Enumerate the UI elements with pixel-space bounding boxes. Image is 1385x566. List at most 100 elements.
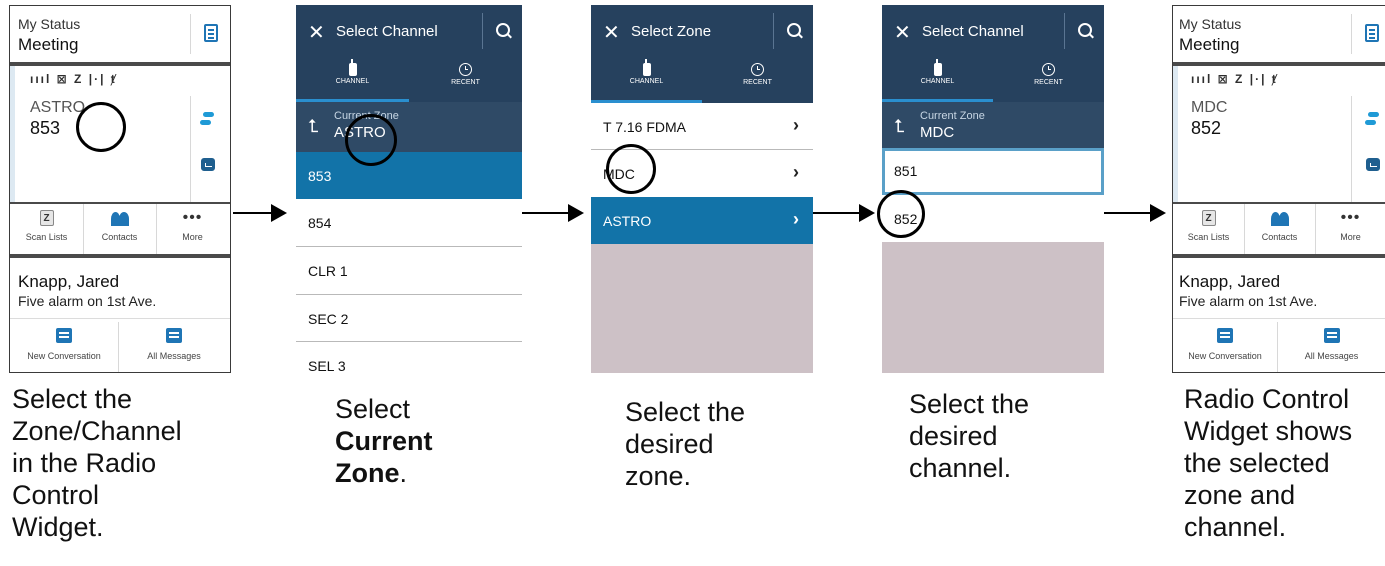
contacts-button[interactable]: Contacts xyxy=(1244,210,1315,242)
divider xyxy=(190,14,191,54)
tab-label: CHANNEL xyxy=(629,78,664,85)
channel-row-focused[interactable]: 851 xyxy=(882,148,1104,195)
screen-title: Select Channel xyxy=(336,23,438,40)
zone-row[interactable]: T 7.16 FDMA › xyxy=(591,103,813,150)
caption-step-3: Select the desired zone. xyxy=(625,397,746,491)
message-card[interactable]: Knapp, Jared Five alarm on 1st Ave. New … xyxy=(1173,258,1385,372)
tab-label: CHANNEL xyxy=(335,78,370,85)
status-label: My Status xyxy=(18,16,81,32)
status-label: My Status xyxy=(1179,16,1242,32)
more-label: More xyxy=(1340,232,1361,242)
up-arrow-icon: ⮤ xyxy=(308,116,319,136)
highlight-circle xyxy=(606,144,656,194)
search-icon[interactable] xyxy=(496,23,510,37)
widget-screen-before: My Status Meeting ıııl ⊠ Z |·| ⱦ ASTRO 8… xyxy=(9,5,231,373)
new-conversation-label: New Conversation xyxy=(1188,351,1262,361)
new-conversation-label: New Conversation xyxy=(27,351,101,361)
tab-channel[interactable]: CHANNEL xyxy=(296,59,409,102)
zone-label[interactable]: ASTRO xyxy=(30,99,85,117)
screen-title: Select Channel xyxy=(922,23,1024,40)
scan-lists-button[interactable]: Z Scan Lists xyxy=(1173,210,1244,242)
channel-row[interactable]: 854 xyxy=(296,199,522,246)
chevron-right-icon: › xyxy=(793,209,799,229)
channel-row[interactable]: SEC 2 xyxy=(296,295,522,342)
scan-list-icon: Z xyxy=(39,210,54,226)
caption-step-5: Radio Control Widget shows the selected … xyxy=(1184,384,1353,542)
flow-arrow xyxy=(233,204,287,222)
signal-status-icons: ıııl ⊠ Z |·| ⱦ xyxy=(30,72,117,86)
contacts-button[interactable]: Contacts xyxy=(83,210,156,242)
header: ✕ Select Zone xyxy=(591,5,813,59)
toggle-icon[interactable] xyxy=(200,112,214,126)
tab-label: RECENT xyxy=(451,79,480,86)
flow-arrow xyxy=(813,204,875,222)
contact-name: Knapp, Jared xyxy=(18,272,120,291)
caption-step-1: Select the Zone/Channel in the Radio Con… xyxy=(12,384,182,542)
more-button[interactable]: ••• More xyxy=(1315,209,1385,243)
clock-icon xyxy=(751,63,764,76)
home-channel-icon[interactable] xyxy=(1366,158,1380,171)
divider xyxy=(190,96,191,202)
tab-channel[interactable]: CHANNEL xyxy=(591,59,702,102)
close-icon[interactable]: ✕ xyxy=(308,20,325,45)
contacts-icon xyxy=(1269,210,1291,226)
more-icon: ••• xyxy=(182,209,203,226)
new-conversation-button[interactable]: New Conversation xyxy=(10,328,118,361)
accent-bar xyxy=(1173,66,1178,202)
channel-row[interactable]: CLR 1 xyxy=(296,247,522,294)
signal-status-icons: ıııl ⊠ Z |·| ⱦ xyxy=(1191,72,1278,86)
current-zone-name: MDC xyxy=(920,124,955,141)
tab-recent[interactable]: RECENT xyxy=(702,59,813,102)
tab-channel[interactable]: CHANNEL xyxy=(882,59,993,102)
header: ✕ Select Channel xyxy=(296,5,522,59)
screen-title: Select Zone xyxy=(631,23,712,40)
memo-icon[interactable] xyxy=(1365,24,1379,42)
new-conversation-icon xyxy=(1217,328,1233,343)
tab-label: RECENT xyxy=(743,79,772,86)
close-icon[interactable]: ✕ xyxy=(603,20,620,45)
more-button[interactable]: ••• More xyxy=(156,209,229,243)
channel-label[interactable]: 852 xyxy=(1191,118,1221,139)
current-zone-bar[interactable]: ⮤ Current Zone MDC xyxy=(882,102,1104,148)
status-value: Meeting xyxy=(1179,35,1240,54)
clock-icon xyxy=(1042,63,1055,76)
empty-area xyxy=(882,242,1104,373)
current-zone-caption: Current Zone xyxy=(920,110,985,122)
status-value: Meeting xyxy=(18,35,79,54)
channel-row-selected[interactable]: 853 xyxy=(296,152,522,199)
close-icon[interactable]: ✕ xyxy=(894,20,911,45)
all-messages-icon xyxy=(1323,328,1340,343)
zone-label[interactable]: MDC xyxy=(1191,99,1227,117)
home-channel-icon[interactable] xyxy=(201,158,215,171)
memo-icon[interactable] xyxy=(204,24,218,42)
clock-icon xyxy=(459,63,472,76)
contacts-label: Contacts xyxy=(101,232,138,242)
caption-step-2: Select Current Zone. xyxy=(335,394,433,488)
current-zone-bar[interactable]: ⮤ Current Zone ASTRO xyxy=(296,102,522,152)
radio-control-card[interactable]: ıııl ⊠ Z |·| ⱦ MDC 852 xyxy=(1173,66,1385,202)
all-messages-button[interactable]: All Messages xyxy=(1277,328,1385,361)
flow-arrow xyxy=(1104,204,1166,222)
all-messages-button[interactable]: All Messages xyxy=(118,328,230,361)
message-card[interactable]: Knapp, Jared Five alarm on 1st Ave. New … xyxy=(10,258,230,372)
search-icon[interactable] xyxy=(787,23,801,37)
new-conversation-icon xyxy=(56,328,72,343)
toggle-icon[interactable] xyxy=(1365,112,1379,126)
divider xyxy=(1351,96,1352,202)
contacts-label: Contacts xyxy=(1261,232,1298,242)
tab-recent[interactable]: RECENT xyxy=(409,59,522,102)
new-conversation-button[interactable]: New Conversation xyxy=(1173,328,1277,361)
status-card[interactable]: My Status Meeting xyxy=(10,6,230,62)
scan-list-icon: Z xyxy=(1201,210,1216,226)
zone-row-selected[interactable]: ASTRO › xyxy=(591,197,813,244)
highlight-circle xyxy=(345,114,397,166)
more-icon: ••• xyxy=(1340,209,1361,226)
channel-row[interactable]: SEL 3 xyxy=(296,342,522,373)
widget-screen-after: My Status Meeting ıııl ⊠ Z |·| ⱦ MDC 852… xyxy=(1172,5,1385,373)
caption-step-4: Select the desired channel. xyxy=(909,389,1030,483)
channel-label[interactable]: 853 xyxy=(30,118,60,139)
search-icon[interactable] xyxy=(1078,23,1092,37)
tab-recent[interactable]: RECENT xyxy=(993,59,1104,102)
status-card[interactable]: My Status Meeting xyxy=(1173,6,1385,62)
scan-lists-button[interactable]: Z Scan Lists xyxy=(10,210,83,242)
